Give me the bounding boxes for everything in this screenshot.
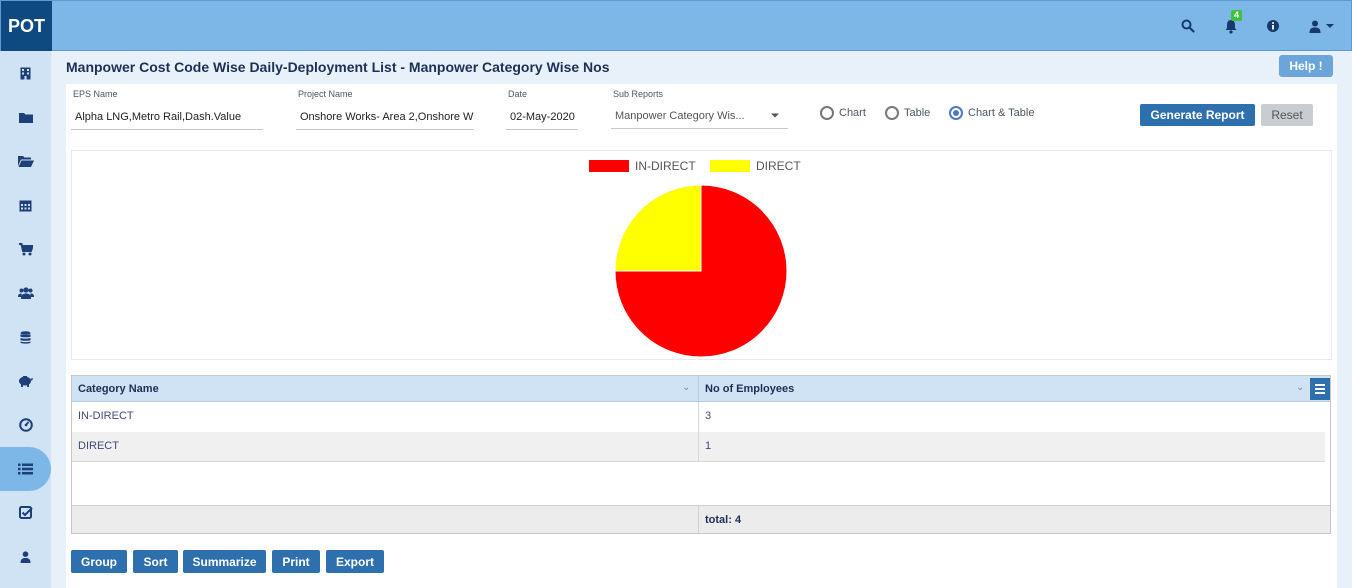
sub-reports-label: Sub Reports [613, 89, 664, 99]
main-content: Manpower Cost Code Wise Daily-Deployment… [51, 51, 1352, 588]
grid-header: Category Name ⌄ No of Employees ⌄ [72, 376, 1330, 402]
total-count: total: 4 [705, 514, 742, 526]
print-button[interactable]: Print [272, 550, 320, 573]
top-navbar: POT 4 [0, 0, 1352, 52]
search-icon[interactable] [1179, 17, 1197, 35]
eps-name-label: EPS Name [73, 89, 118, 99]
chart-radio-label: Chart [839, 107, 866, 119]
legend-item-direct[interactable]: DIRECT [710, 159, 801, 173]
dashboard-icon [18, 418, 33, 432]
date-label: Date [508, 89, 528, 99]
sidebar-item-dashboard[interactable] [0, 403, 51, 447]
date-field[interactable]: 02-May-2020 [506, 104, 578, 130]
column-header-employees-label: No of Employees [705, 383, 795, 395]
database-icon [20, 330, 31, 344]
reset-button[interactable]: Reset [1261, 104, 1313, 126]
sub-reports-select[interactable]: Manpower Category Wis... [611, 103, 788, 129]
menu-icon-bar [1315, 392, 1325, 394]
project-name-field[interactable]: Onshore Works- Area 2,Onshore W [296, 104, 474, 130]
sidebar-item-database[interactable] [0, 315, 51, 359]
cell-category: IN-DIRECT [78, 410, 134, 422]
export-button[interactable]: Export [326, 550, 384, 573]
notifications-button[interactable]: 4 [1222, 10, 1243, 35]
column-header-category-label: Category Name [78, 383, 159, 395]
view-option-chart[interactable]: Chart [820, 106, 866, 120]
project-name-label: Project Name [298, 89, 353, 99]
building-icon [20, 67, 31, 79]
chart-and-table-radio[interactable] [949, 106, 963, 120]
pie-chart [614, 184, 788, 358]
sort-button[interactable]: Sort [133, 550, 178, 573]
generate-report-button[interactable]: Generate Report [1140, 104, 1255, 126]
table-radio[interactable] [885, 106, 899, 120]
page-title: Manpower Cost Code Wise Daily-Deployment… [66, 59, 610, 75]
folder-icon [18, 112, 33, 123]
group-button[interactable]: Group [71, 550, 127, 573]
users-icon [17, 287, 34, 299]
row-divider [698, 402, 699, 432]
sidebar-item-checklist[interactable] [0, 491, 51, 535]
sidebar-item-users[interactable] [0, 271, 51, 315]
notification-count-badge: 4 [1231, 10, 1243, 21]
info-icon[interactable] [1264, 17, 1282, 35]
chart-and-table-radio-label: Chart & Table [968, 107, 1035, 119]
user-icon [20, 551, 31, 563]
column-header-category[interactable]: Category Name [72, 376, 699, 402]
grid-summary-row: total: 4 [72, 505, 1330, 534]
legend-swatch-direct [710, 160, 750, 172]
sub-reports-value: Manpower Category Wis... [615, 109, 745, 122]
legend-swatch-indirect [589, 160, 629, 172]
legend-label-direct: DIRECT [756, 159, 801, 173]
cart-icon [18, 242, 33, 255]
cell-category: DIRECT [78, 440, 119, 452]
legend-item-indirect[interactable]: IN-DIRECT [589, 159, 696, 173]
checklist-icon [18, 506, 33, 519]
list-icon [18, 463, 33, 475]
sidebar [0, 51, 51, 588]
data-grid: Category Name ⌄ No of Employees ⌄ IN-DIR… [71, 375, 1331, 534]
table-row[interactable]: IN-DIRECT 3 [72, 402, 1325, 432]
grid-menu-button[interactable] [1310, 378, 1330, 400]
caret-down-icon [771, 113, 779, 118]
chart-radio[interactable] [820, 106, 834, 120]
user-menu-button[interactable] [1306, 17, 1338, 35]
calendar-icon [19, 200, 32, 211]
chevron-down-icon[interactable]: ⌄ [682, 382, 690, 393]
sidebar-item-reports[interactable] [0, 447, 51, 491]
table-row[interactable]: DIRECT 1 [72, 432, 1325, 462]
sidebar-item-calendar[interactable] [0, 183, 51, 227]
piggy-bank-icon [19, 376, 33, 387]
eps-name-field[interactable]: Alpha LNG,Metro Rail,Dash.Value [71, 104, 263, 130]
pie-slice-direct[interactable] [614, 184, 702, 272]
view-option-table[interactable]: Table [885, 106, 930, 120]
sidebar-item-building[interactable] [0, 51, 51, 95]
sidebar-item-piggy-bank[interactable] [0, 359, 51, 403]
sidebar-item-folder-open[interactable] [0, 139, 51, 183]
footer-divider [698, 506, 699, 534]
menu-icon-bar [1315, 388, 1325, 390]
sidebar-item-cart[interactable] [0, 227, 51, 271]
table-radio-label: Table [904, 107, 931, 119]
view-option-chart-and-table[interactable]: Chart & Table [949, 106, 1034, 120]
row-divider [698, 432, 699, 462]
pie-chart-container: IN-DIRECT DIRECT [71, 150, 1332, 360]
legend-label-indirect: IN-DIRECT [635, 159, 696, 173]
help-button[interactable]: Help ! [1279, 55, 1333, 77]
chevron-down-icon[interactable]: ⌄ [1296, 382, 1304, 393]
sidebar-item-profile[interactable] [0, 535, 51, 579]
column-header-employees[interactable]: No of Employees [699, 376, 1299, 402]
user-icon [1309, 20, 1321, 33]
caret-down-icon [1326, 24, 1334, 28]
menu-icon-bar [1315, 384, 1325, 386]
sidebar-item-folder[interactable] [0, 95, 51, 139]
app-logo[interactable]: POT [1, 1, 52, 52]
summarize-button[interactable]: Summarize [183, 550, 266, 573]
folder-open-icon [17, 156, 34, 167]
cell-employees: 3 [705, 410, 712, 422]
cell-employees: 1 [705, 440, 712, 452]
